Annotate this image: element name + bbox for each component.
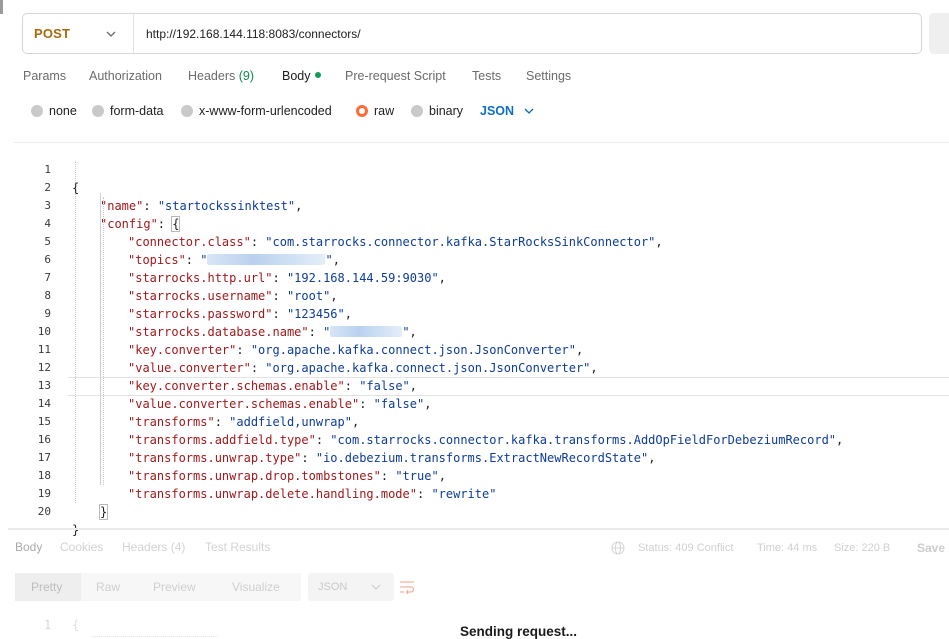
- code-editor[interactable]: 1 { 2 "name": "startockssinktest", 3 "co…: [14, 143, 949, 537]
- response-status: Status: 409 Conflict: [638, 542, 734, 554]
- tab-headers[interactable]: Headers (9): [188, 69, 254, 83]
- code-line-current: 14 "transforms": "addfield,unwrap",: [14, 377, 949, 429]
- code-line: 12 "key.converter.schemas.enable": "fals…: [14, 341, 949, 393]
- mode-none[interactable]: none: [31, 104, 77, 118]
- code-line: 18 "transforms.unwrap.delete.handling.mo…: [14, 449, 949, 501]
- code-line: 11 "value.converter": "org.apache.kafka.…: [14, 323, 949, 375]
- chevron-down-icon: [371, 584, 381, 590]
- tab-headers-count: (9): [238, 69, 255, 83]
- mode-none-label: none: [49, 104, 77, 118]
- code-line: 6 "starrocks.http.url": "192.168.144.59:…: [14, 233, 949, 285]
- code-line: 2 "name": "startockssinktest",: [14, 161, 949, 213]
- response-size: Size: 220 B: [834, 542, 891, 554]
- globe-icon[interactable]: [611, 541, 625, 555]
- mode-form-data-label: form-data: [110, 104, 164, 118]
- code-line: 10 "key.converter": "org.apache.kafka.co…: [14, 305, 949, 357]
- mode-raw[interactable]: raw: [356, 104, 394, 118]
- response-tab-cookies[interactable]: Cookies: [60, 540, 103, 554]
- tab-body[interactable]: Body: [282, 69, 321, 83]
- response-format-label: JSON: [318, 581, 348, 593]
- view-visualize-label: Visualize: [232, 580, 280, 594]
- tab-body-label: Body: [282, 69, 311, 83]
- code-line: 5 "topics": " ",: [14, 215, 949, 267]
- response-time: Time: 44 ms: [757, 542, 818, 554]
- code-line: 1 {: [14, 143, 949, 195]
- response-tab-headers-count: (4): [170, 540, 186, 554]
- radio-icon: [411, 105, 423, 117]
- tab-headers-label: Headers: [188, 69, 236, 83]
- response-tab-headers[interactable]: Headers (4): [122, 540, 185, 554]
- code-line: 9 "starrocks.database.name": " ",: [14, 287, 949, 339]
- chevron-down-icon: [106, 31, 116, 37]
- window-edge: [0, 0, 3, 14]
- response-tab-body[interactable]: Body: [15, 540, 42, 554]
- tab-params[interactable]: Params: [23, 69, 66, 83]
- mode-binary[interactable]: binary: [411, 104, 463, 118]
- response-line-number: 1: [44, 618, 52, 632]
- radio-icon: [92, 105, 104, 117]
- tab-pre-request-script[interactable]: Pre-request Script: [345, 69, 446, 83]
- mode-urlencoded[interactable]: x-www-form-urlencoded: [181, 104, 332, 118]
- sending-request-message: Sending request...: [460, 624, 578, 639]
- send-button[interactable]: [929, 13, 949, 54]
- view-preview[interactable]: Preview: [138, 573, 215, 601]
- chevron-down-icon: [524, 108, 534, 114]
- tab-tests[interactable]: Tests: [472, 69, 501, 83]
- view-visualize[interactable]: Visualize: [215, 573, 301, 601]
- code-text: }: [98, 503, 109, 521]
- radio-selected-icon: [356, 105, 368, 117]
- body-modified-dot: [314, 72, 321, 78]
- response-format-dropdown[interactable]: JSON: [308, 573, 394, 601]
- code-line: 7 "starrocks.username": "root",: [14, 251, 949, 303]
- method-dropdown[interactable]: POST: [23, 14, 134, 53]
- mode-raw-label: raw: [374, 104, 395, 118]
- language-dropdown[interactable]: JSON: [480, 104, 535, 118]
- code-text: }: [72, 521, 79, 539]
- wrap-lines-icon[interactable]: [398, 579, 416, 595]
- view-pretty[interactable]: Pretty: [15, 573, 81, 601]
- url-input[interactable]: [134, 14, 921, 53]
- code-line: 19 }: [14, 467, 949, 520]
- tab-settings[interactable]: Settings: [526, 69, 571, 83]
- view-pretty-label: Pretty: [31, 580, 63, 594]
- code-line: 17 "transforms.unwrap.drop.tombstones": …: [14, 431, 949, 483]
- brace: }: [72, 523, 80, 537]
- response-code-brace: {: [72, 618, 80, 632]
- mode-binary-label: binary: [429, 104, 464, 118]
- code-line: 16 "transforms.unwrap.type": "io.debeziu…: [14, 413, 949, 465]
- code-line: 13 "value.converter.schemas.enable": "fa…: [14, 359, 949, 411]
- code-line: 4 "connector.class": "com.starrocks.conn…: [14, 197, 949, 249]
- radio-icon: [31, 105, 43, 117]
- brace: }: [98, 504, 109, 520]
- view-raw-label: Raw: [96, 580, 121, 594]
- save-response-button[interactable]: Save: [917, 541, 945, 555]
- language-label: JSON: [480, 104, 515, 118]
- response-toolbar: Pretty Raw Preview Visualize JSON: [15, 573, 949, 601]
- method-label: POST: [34, 26, 71, 41]
- line-number: 20: [37, 505, 51, 518]
- response-tab-headers-label: Headers: [122, 540, 168, 554]
- view-preview-label: Preview: [153, 580, 196, 594]
- code-line: 8 "starrocks.password": "123456",: [14, 269, 949, 321]
- tab-authorization[interactable]: Authorization: [89, 69, 162, 83]
- code-line: 15 "transforms.addfield.type": "com.star…: [14, 395, 949, 447]
- mode-urlencoded-label: x-www-form-urlencoded: [199, 104, 332, 118]
- code-line: 3 "config": {: [14, 179, 949, 232]
- mode-form-data[interactable]: form-data: [92, 104, 164, 118]
- view-raw[interactable]: Raw: [81, 573, 138, 601]
- response-tab-test-results[interactable]: Test Results: [205, 540, 270, 554]
- code-line: 20 }: [14, 485, 949, 537]
- radio-icon: [181, 105, 193, 117]
- pane-divider[interactable]: [8, 528, 949, 530]
- request-bar: POST: [22, 13, 922, 54]
